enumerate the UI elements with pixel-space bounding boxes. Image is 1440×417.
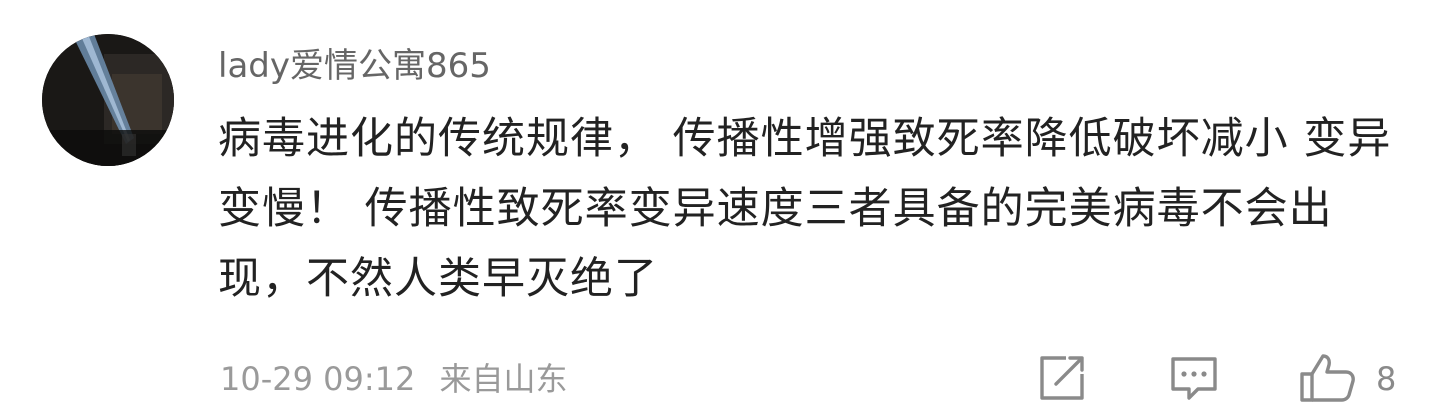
share-button[interactable] — [1036, 352, 1088, 404]
comment-icon — [1171, 357, 1217, 400]
comment-text: 病毒进化的传统规律， 传播性增强致死率降低破坏减小 变异变慢！ 传播性致死率变异… — [218, 114, 1392, 304]
thumbs-up-icon — [1300, 354, 1355, 402]
avatar[interactable] — [42, 34, 174, 166]
like-count: 8 — [1376, 360, 1397, 398]
avatar-image — [42, 34, 174, 166]
comment-meta: 10-29 09:12 来自山东 — [220, 356, 568, 402]
like-button[interactable] — [1298, 352, 1358, 404]
timestamp: 10-29 09:12 — [220, 360, 416, 398]
share-icon — [1040, 356, 1084, 400]
location: 来自山东 — [439, 360, 568, 398]
comment-button[interactable] — [1168, 352, 1220, 404]
username[interactable]: lady爱情公寓865 — [218, 42, 491, 90]
